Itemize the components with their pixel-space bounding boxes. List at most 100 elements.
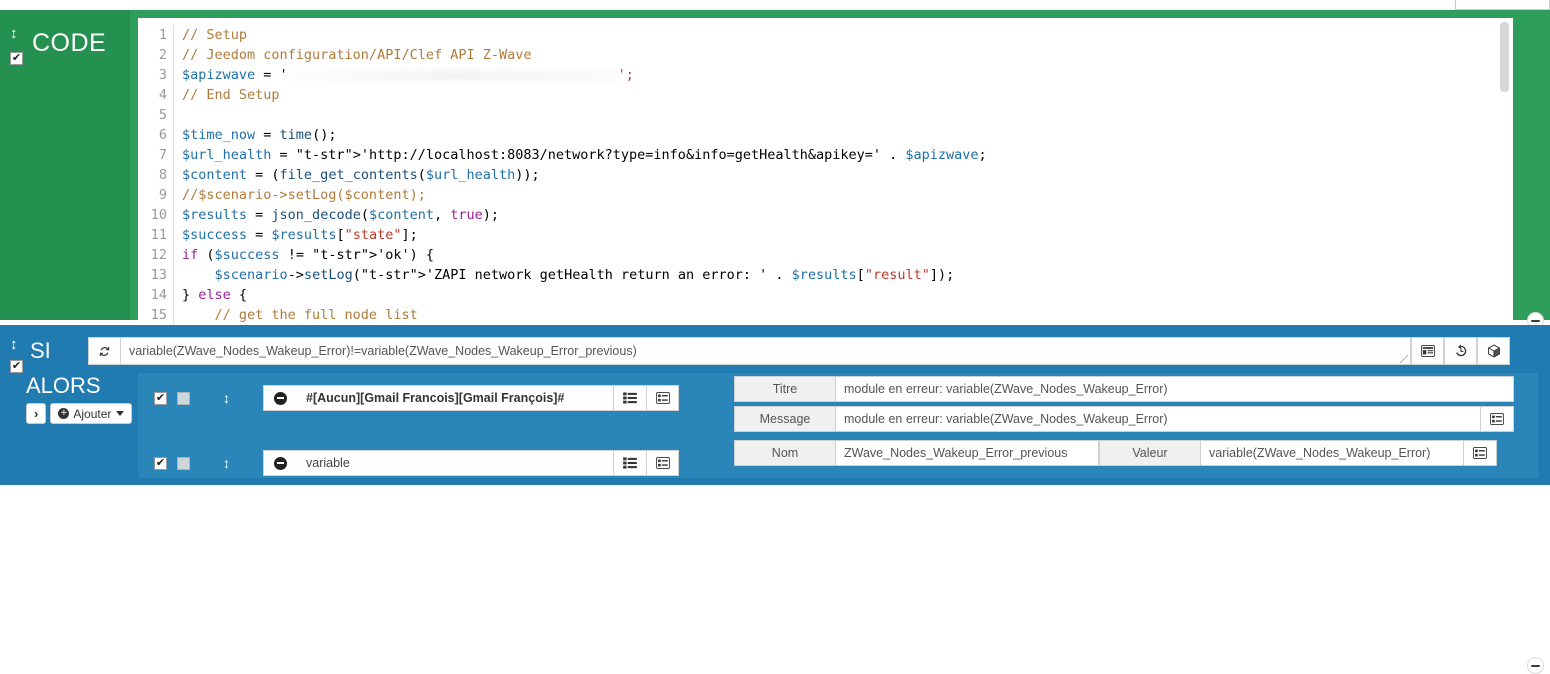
action-toggle-square[interactable] bbox=[177, 456, 190, 470]
si-tool-icons bbox=[1411, 337, 1510, 365]
code-line: 7 $url_health = "t-str">'http://localhost… bbox=[138, 145, 1513, 165]
action-checkbox[interactable]: ✔ bbox=[154, 391, 167, 405]
scenario-editor: ↕ ✔ CODE 1 // Setup 2 // Jeedom configurati… bbox=[0, 0, 1550, 674]
action-control-group: #[Aucun][Gmail Francois][Gmail François]… bbox=[263, 385, 679, 411]
param-row-nom-valeur: Nom ZWave_Nodes_Wakeup_Error_previous Va… bbox=[734, 440, 1497, 466]
expression-list-icon[interactable] bbox=[1411, 337, 1444, 365]
code-line-text: if ($success != "t-str">'ok') { bbox=[182, 247, 435, 263]
code-line-text: $results = json_decode($content, true); bbox=[182, 207, 500, 223]
code-line: 10 $results = json_decode($content, true)… bbox=[138, 205, 1513, 225]
alors-add-label: Ajouter bbox=[73, 406, 112, 421]
param-value-input[interactable]: module en erreur: variable(ZWave_Nodes_W… bbox=[836, 406, 1481, 432]
code-line-number: 4 bbox=[138, 85, 174, 105]
action-remove-button[interactable] bbox=[263, 450, 296, 476]
code-line-number: 12 bbox=[138, 245, 174, 265]
history-icon[interactable] bbox=[1444, 337, 1477, 365]
alors-add-button[interactable]: + Ajouter bbox=[50, 403, 133, 424]
updown-arrow-icon[interactable]: ↕ bbox=[10, 26, 18, 41]
param-label: Nom bbox=[734, 440, 836, 466]
code-line-number: 9 bbox=[138, 185, 174, 205]
si-condition-input[interactable]: variable(ZWave_Nodes_Wakeup_Error)!=vari… bbox=[121, 337, 1411, 365]
action-row: ✔ ↕ variable bbox=[138, 448, 679, 478]
redacted-api-key bbox=[287, 69, 618, 81]
code-editor[interactable]: 1 // Setup 2 // Jeedom configuration/API/Cl… bbox=[138, 18, 1513, 328]
code-line-text: $success = $results["state"]; bbox=[182, 227, 418, 243]
code-block: ↕ ✔ CODE 1 // Setup 2 // Jeedom configurati… bbox=[0, 10, 1550, 329]
code-line-number: 14 bbox=[138, 285, 174, 305]
code-line: 3 $apizwave = ' '; bbox=[138, 65, 1513, 85]
updown-arrow-icon[interactable]: ↕ bbox=[223, 455, 230, 471]
code-block-header: ↕ ✔ CODE bbox=[0, 10, 130, 320]
refresh-icon[interactable] bbox=[88, 337, 121, 365]
si-remove-button[interactable] bbox=[1527, 657, 1544, 674]
code-line: 12 if ($success != "t-str">'ok') { bbox=[138, 245, 1513, 265]
alors-expand-button[interactable]: › bbox=[26, 403, 47, 424]
top-partial-panel bbox=[1455, 0, 1550, 10]
list-alt-icon[interactable] bbox=[646, 450, 679, 476]
param-value-input[interactable]: module en erreur: variable(ZWave_Nodes_W… bbox=[836, 376, 1514, 402]
list-alt-icon[interactable] bbox=[1464, 440, 1497, 466]
code-line-number: 7 bbox=[138, 145, 174, 165]
code-block-checkbox[interactable]: ✔ bbox=[10, 52, 23, 65]
code-line-text: } else { bbox=[182, 287, 248, 303]
code-line: 15 // get the full node list bbox=[138, 305, 1513, 325]
param-row-titre: Titre module en erreur: variable(ZWave_N… bbox=[734, 376, 1514, 402]
action-toggle-square[interactable] bbox=[177, 391, 190, 405]
code-line-number: 11 bbox=[138, 225, 174, 245]
code-line-text: // End Setup bbox=[182, 87, 280, 103]
chevron-right-icon: › bbox=[34, 406, 39, 421]
chevron-down-icon bbox=[116, 411, 125, 416]
param-row-message: Message module en erreur: variable(ZWave… bbox=[734, 406, 1514, 432]
updown-arrow-icon[interactable]: ↕ bbox=[10, 337, 18, 352]
si-condition-value: variable(ZWave_Nodes_Wakeup_Error)!=vari… bbox=[129, 344, 637, 358]
code-line-text: //$scenario->setLog($content); bbox=[182, 187, 426, 203]
code-line-text: $scenario->setLog("t-str">'ZAPI network … bbox=[214, 267, 955, 283]
action-row: ✔ ↕ #[Aucun][Gmail Francois][Gmail Franç… bbox=[138, 383, 679, 413]
code-line: 14 } else { bbox=[138, 285, 1513, 305]
code-line-text: $url_health = "t-str">'http://localhost:… bbox=[182, 147, 987, 163]
si-alors-block: ↕ ✔ SI ALORS › + Ajouter variable(ZWave_… bbox=[0, 325, 1550, 674]
code-line-number: 5 bbox=[138, 105, 174, 125]
code-line-number: 1 bbox=[138, 25, 174, 45]
code-line-number: 10 bbox=[138, 205, 174, 225]
code-line-text: // Jeedom configuration/API/Clef API Z-W… bbox=[182, 47, 532, 63]
si-block-checkbox[interactable]: ✔ bbox=[10, 360, 23, 373]
list-alt-icon[interactable] bbox=[1481, 406, 1514, 432]
code-line-number: 15 bbox=[138, 305, 174, 325]
code-lines: 1 // Setup 2 // Jeedom configuration/API/Cl… bbox=[138, 25, 1513, 325]
action-remove-button[interactable] bbox=[263, 385, 296, 411]
code-line: 9 //$scenario->setLog($content); bbox=[138, 185, 1513, 205]
code-line: 8 $content = (file_get_contents($url_heal… bbox=[138, 165, 1513, 185]
tasks-icon[interactable] bbox=[613, 450, 646, 476]
editor-scrollbar[interactable] bbox=[1500, 22, 1509, 92]
alors-title: ALORS bbox=[26, 373, 101, 398]
code-line-number: 3 bbox=[138, 65, 174, 85]
updown-arrow-icon[interactable]: ↕ bbox=[223, 390, 230, 406]
action-target-input[interactable]: #[Aucun][Gmail Francois][Gmail François]… bbox=[296, 385, 613, 411]
action-checkbox[interactable]: ✔ bbox=[154, 456, 167, 470]
code-line-text: $content = (file_get_contents($url_healt… bbox=[182, 167, 540, 183]
plus-icon: + bbox=[58, 408, 70, 419]
si-condition-row: variable(ZWave_Nodes_Wakeup_Error)!=vari… bbox=[88, 337, 1510, 365]
resize-grip[interactable] bbox=[1400, 355, 1408, 363]
code-line: 2 // Jeedom configuration/API/Clef API Z-… bbox=[138, 45, 1513, 65]
param-label: Titre bbox=[734, 376, 836, 402]
code-line-text: // Setup bbox=[182, 27, 248, 43]
action-target-input[interactable]: variable bbox=[296, 450, 613, 476]
code-line: 1 // Setup bbox=[138, 25, 1513, 45]
code-line: 4 // End Setup bbox=[138, 85, 1513, 105]
list-alt-icon[interactable] bbox=[646, 385, 679, 411]
alors-controls: › + Ajouter bbox=[26, 403, 133, 424]
code-line-number: 13 bbox=[138, 265, 174, 285]
code-line-number: 2 bbox=[138, 45, 174, 65]
code-line: 5 bbox=[138, 105, 1513, 125]
actions-container: ✔ ↕ #[Aucun][Gmail Francois][Gmail Franç… bbox=[138, 373, 1538, 478]
tasks-icon[interactable] bbox=[613, 385, 646, 411]
action-control-group: variable bbox=[263, 450, 679, 476]
object-cube-icon[interactable] bbox=[1477, 337, 1510, 365]
code-block-title: CODE bbox=[32, 29, 107, 57]
param-value-input[interactable]: ZWave_Nodes_Wakeup_Error_previous bbox=[836, 440, 1099, 466]
param-label: Message bbox=[734, 406, 836, 432]
param-value-input[interactable]: variable(ZWave_Nodes_Wakeup_Error) bbox=[1201, 440, 1464, 466]
